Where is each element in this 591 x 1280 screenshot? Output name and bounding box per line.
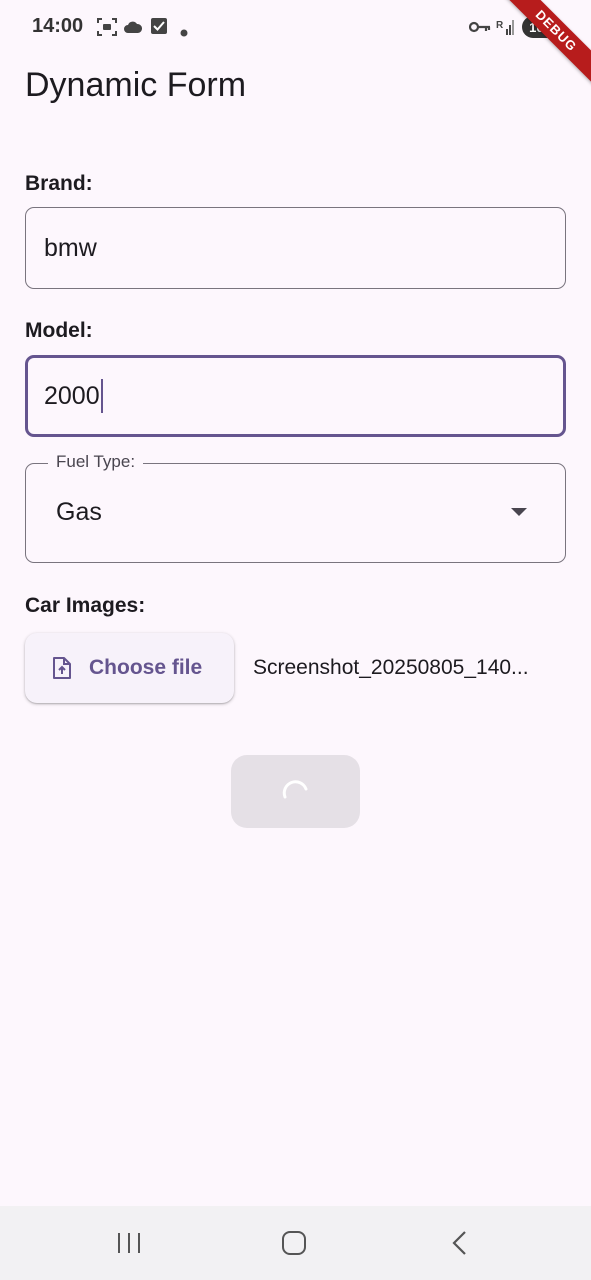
screen: 14:00 R DEBUG Dynamic Form Brand: bmw Mo… (0, 0, 591, 1280)
brand-input-value: bmw (44, 233, 97, 262)
fuel-type-selected: Gas (56, 498, 102, 526)
model-input-value: 2000 (44, 381, 100, 410)
signal-icon: R (496, 17, 516, 42)
brand-input[interactable]: bmw (25, 207, 566, 289)
submit-button[interactable] (231, 755, 360, 828)
brand-label: Brand: (25, 172, 93, 195)
cloud-icon (123, 19, 143, 40)
model-input[interactable]: 2000 (25, 355, 566, 437)
car-images-label: Car Images: (25, 594, 146, 617)
status-time: 14:00 (32, 15, 84, 37)
home-icon[interactable] (281, 1230, 307, 1261)
dot-icon (180, 24, 188, 42)
choose-file-button[interactable]: Choose file (25, 633, 234, 703)
file-upload-icon (52, 656, 72, 685)
status-bar: 14:00 R DEBUG (0, 0, 591, 85)
fuel-type-label: Fuel Type: (48, 452, 144, 472)
screenshot-icon (96, 17, 118, 42)
recent-apps-icon[interactable] (116, 1230, 142, 1261)
model-label: Model: (25, 319, 93, 342)
selected-file-name: Screenshot_20250805_140... (253, 656, 529, 679)
navigation-bar (0, 1206, 591, 1280)
page-title: Dynamic Form (25, 66, 247, 104)
dropdown-arrow-icon (511, 508, 527, 516)
text-caret (100, 379, 103, 413)
svg-text:R: R (496, 20, 504, 31)
checkbox-icon (150, 17, 168, 40)
choose-file-label: Choose file (89, 656, 203, 679)
vpn-key-icon (468, 20, 491, 39)
back-icon[interactable] (449, 1230, 471, 1261)
loading-spinner-icon (282, 780, 308, 799)
fuel-type-dropdown[interactable]: Fuel Type: Gas (25, 452, 566, 563)
